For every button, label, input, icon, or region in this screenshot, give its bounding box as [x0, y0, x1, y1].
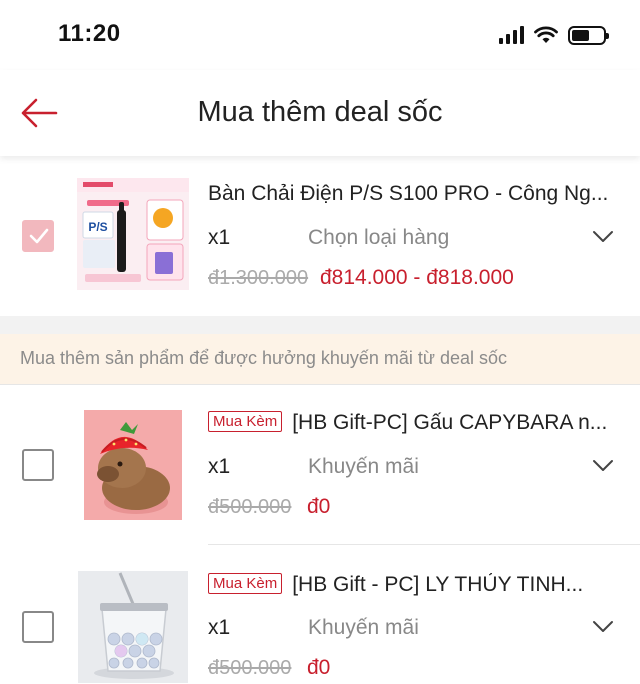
- main-product-price-range: đ814.000 - đ818.000: [320, 266, 514, 289]
- addon-item: Mua Kèm [HB Gift-PC] Gấu CAPYBARA n... x1…: [0, 385, 640, 545]
- main-product-checkbox[interactable]: [22, 220, 54, 252]
- addon-checkbox[interactable]: [22, 611, 54, 643]
- addon-quantity: x1: [208, 455, 231, 478]
- checkmark-icon: [29, 228, 49, 244]
- addon-item: Mua Kèm [HB Gift - PC] LY THỦY TINH... x1…: [0, 545, 640, 684]
- wifi-icon: [534, 26, 558, 43]
- variant-selector[interactable]: Chọn loại hàng: [308, 226, 449, 250]
- status-icons: [499, 24, 609, 46]
- addon-checkbox[interactable]: [22, 449, 54, 481]
- addon-image-capybara[interactable]: [84, 410, 182, 520]
- status-time: 11:20: [58, 20, 121, 47]
- chevron-down-icon[interactable]: [592, 459, 614, 473]
- addon-original-price: đ500.000: [208, 657, 292, 679]
- mua-kem-badge: Mua Kèm: [208, 573, 283, 594]
- chevron-down-icon[interactable]: [592, 230, 614, 244]
- battery-icon: [568, 25, 609, 45]
- addon-variant-selector[interactable]: Khuyến mãi: [308, 616, 419, 640]
- main-product-name[interactable]: Bàn Chải Điện P/S S100 PRO - Công Ng...: [208, 182, 623, 206]
- page-title: Mua thêm deal sốc: [197, 96, 443, 128]
- addon-price: đ0: [307, 656, 331, 679]
- header: Mua thêm deal sốc: [0, 70, 640, 156]
- main-product-quantity: x1: [208, 226, 231, 249]
- addon-name-text: [HB Gift - PC] LY THỦY TINH...: [292, 573, 584, 596]
- addon-price: đ0: [307, 495, 331, 518]
- section-gap: [0, 316, 640, 334]
- addon-image-glass-cup[interactable]: [78, 571, 188, 683]
- addon-original-price: đ500.000: [208, 496, 292, 518]
- main-product-image[interactable]: P/S: [77, 178, 189, 290]
- promo-notice-text: Mua thêm sản phẩm để được hưởng khuyến m…: [20, 348, 508, 368]
- addon-name[interactable]: Mua Kèm [HB Gift-PC] Gấu CAPYBARA n...: [208, 411, 623, 435]
- chevron-down-icon[interactable]: [592, 620, 614, 634]
- addon-quantity: x1: [208, 616, 231, 639]
- promo-notice: Mua thêm sản phẩm để được hưởng khuyến m…: [0, 334, 640, 384]
- main-product-row: P/S Bàn Chải Điện P/S S100 PRO - Công Ng…: [0, 156, 640, 316]
- status-bar: 11:20: [0, 0, 640, 70]
- cellular-signal-icon: [499, 26, 524, 44]
- mua-kem-badge: Mua Kèm: [208, 411, 283, 432]
- addon-variant-selector[interactable]: Khuyến mãi: [308, 455, 419, 479]
- addon-name-text: [HB Gift-PC] Gấu CAPYBARA n...: [292, 411, 608, 434]
- thumb-brand-text: P/S: [88, 220, 107, 234]
- main-product-original-price: đ1.300.000: [208, 267, 309, 289]
- addon-name[interactable]: Mua Kèm [HB Gift - PC] LY THỦY TINH...: [208, 573, 623, 597]
